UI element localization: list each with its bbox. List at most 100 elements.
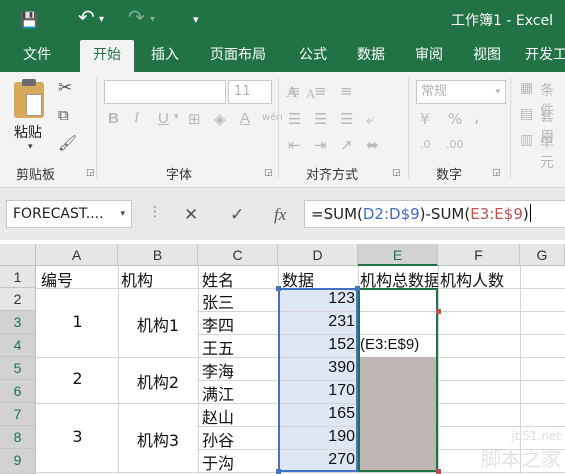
cell-c2[interactable]: 张三 — [202, 289, 234, 313]
redo-icon[interactable]: ↷ — [128, 6, 145, 28]
cell-c5[interactable]: 李海 — [202, 358, 234, 382]
cell-styles-label[interactable]: 单元 — [540, 132, 565, 172]
alignment-launcher-icon[interactable]: ◲ — [392, 168, 401, 178]
range-handle[interactable] — [436, 469, 441, 474]
worksheet-grid[interactable]: A B C D E F G 1 2 3 4 5 6 7 8 9 编号 机构 姓名… — [0, 244, 565, 474]
phonetic-icon[interactable]: wén — [262, 112, 283, 123]
borders-icon[interactable]: ⊞ — [188, 110, 201, 128]
outdent-icon[interactable]: ⇥ — [314, 136, 327, 154]
column-header-e[interactable]: E — [358, 244, 438, 266]
cut-icon[interactable]: ✂ — [58, 78, 72, 98]
decrease-decimal-icon[interactable]: .00 — [446, 138, 464, 151]
undo-icon[interactable]: ↶ — [78, 6, 95, 28]
cell-c4[interactable]: 王五 — [202, 335, 234, 359]
orientation-icon[interactable]: ↗ — [340, 136, 353, 154]
select-all-corner[interactable] — [0, 244, 36, 266]
number-launcher-icon[interactable]: ◲ — [492, 168, 501, 178]
tab-developer[interactable]: 开发工 — [522, 40, 565, 72]
bottom-align-icon[interactable]: ≡ — [340, 82, 353, 100]
cell-a-group-1[interactable]: 1 — [37, 312, 118, 331]
row-header-3[interactable]: 3 — [0, 311, 36, 334]
increase-decimal-icon[interactable]: .0 — [420, 138, 431, 151]
cell-styles-icon[interactable]: ▥ — [520, 132, 533, 148]
column-header-b[interactable]: B — [118, 244, 198, 266]
redo-dropdown-icon[interactable]: ▾ — [150, 9, 155, 31]
cell-f1[interactable]: 机构人数 — [440, 267, 504, 291]
align-left-icon[interactable]: ☰ — [288, 110, 301, 128]
paste-icon[interactable] — [14, 79, 44, 118]
tab-insert[interactable]: 插入 — [140, 40, 190, 72]
cell-c9[interactable]: 于沟 — [202, 450, 234, 474]
cell-a-group-3[interactable]: 3 — [37, 427, 118, 446]
fill-color-icon[interactable]: ◈ — [214, 110, 226, 128]
tab-data[interactable]: 数据 — [346, 40, 396, 72]
conditional-format-icon[interactable]: ▦ — [520, 80, 533, 96]
merge-icon[interactable]: ⬌ — [366, 136, 379, 154]
cancel-icon[interactable]: ✕ — [184, 205, 198, 225]
tab-view[interactable]: 视图 — [462, 40, 512, 72]
row-header-7[interactable]: 7 — [0, 403, 36, 426]
row-header-9[interactable]: 9 — [0, 449, 36, 474]
font-name-select[interactable] — [104, 80, 226, 104]
column-header-d[interactable]: D — [278, 244, 358, 266]
number-format-select[interactable]: 常规 ▾ — [416, 80, 506, 104]
column-header-f[interactable]: F — [438, 244, 520, 266]
wrap-text-icon[interactable]: ⤶ — [366, 110, 374, 128]
font-color-icon[interactable]: A — [240, 110, 250, 127]
row-header-2[interactable]: 2 — [0, 288, 36, 311]
cell-a-group-2[interactable]: 2 — [37, 369, 118, 388]
customize-qat-icon[interactable]: ▾ — [193, 9, 199, 31]
tab-formulas[interactable]: 公式 — [288, 40, 338, 72]
align-right-icon[interactable]: ☰ — [340, 110, 353, 128]
undo-dropdown-icon[interactable]: ▾ — [99, 9, 104, 31]
tab-page-layout[interactable]: 页面布局 — [198, 40, 278, 72]
cell-b1[interactable]: 机构 — [121, 267, 153, 291]
font-launcher-icon[interactable]: ◲ — [264, 168, 273, 178]
align-center-icon[interactable]: ☰ — [314, 110, 327, 128]
row-header-4[interactable]: 4 — [0, 334, 36, 357]
name-box-dropdown-icon[interactable]: ▾ — [120, 201, 125, 227]
name-box[interactable]: FORECAST.... ▾ — [6, 200, 132, 228]
column-header-g[interactable]: G — [520, 244, 565, 266]
tab-review[interactable]: 审阅 — [404, 40, 454, 72]
range-handle[interactable] — [436, 309, 441, 314]
underline-dropdown-icon[interactable]: ▾ — [174, 112, 179, 122]
cell-a1[interactable]: 编号 — [41, 267, 73, 291]
percent-icon[interactable]: % — [448, 110, 462, 128]
save-icon[interactable]: 💾 — [20, 9, 39, 31]
format-table-icon[interactable]: ▤ — [520, 106, 533, 122]
clipboard-launcher-icon[interactable]: ◲ — [86, 168, 95, 178]
copy-icon[interactable]: ⧉ — [58, 106, 69, 124]
paste-dropdown-icon[interactable]: ▾ — [28, 142, 33, 152]
enter-icon[interactable]: ✓ — [230, 205, 244, 225]
font-size-select[interactable]: 11 — [228, 80, 272, 104]
paste-label[interactable]: 粘贴 — [14, 122, 42, 142]
cell-b-group-3[interactable]: 机构3 — [118, 427, 198, 451]
currency-icon[interactable]: ¥ — [420, 110, 430, 128]
format-painter-icon[interactable]: 🖌 — [58, 134, 77, 152]
cell-c8[interactable]: 孙谷 — [202, 427, 234, 451]
middle-align-icon[interactable]: ≡ — [314, 82, 327, 100]
top-align-icon[interactable]: ≡ — [288, 82, 301, 100]
cell-c1[interactable]: 姓名 — [202, 267, 234, 291]
comma-icon[interactable]: , — [474, 106, 480, 127]
range-handle[interactable] — [276, 286, 281, 291]
tab-file[interactable]: 文件 — [10, 40, 64, 72]
row-header-6[interactable]: 6 — [0, 380, 36, 403]
cell-c3[interactable]: 李四 — [202, 312, 234, 336]
row-header-1[interactable]: 1 — [0, 266, 36, 288]
italic-button[interactable]: I — [134, 110, 139, 127]
range-handle[interactable] — [276, 469, 281, 474]
insert-function-icon[interactable]: fx — [274, 205, 286, 225]
range-handle[interactable] — [355, 286, 360, 291]
cell-c6[interactable]: 满江 — [202, 381, 234, 405]
column-header-a[interactable]: A — [36, 244, 118, 266]
tab-home[interactable]: 开始 — [80, 40, 134, 72]
cell-c7[interactable]: 赵山 — [202, 404, 234, 428]
cell-b-group-2[interactable]: 机构2 — [118, 369, 198, 393]
indent-icon[interactable]: ⇤ — [288, 136, 301, 154]
underline-button[interactable]: U — [158, 110, 169, 127]
bold-button[interactable]: B — [108, 110, 119, 127]
row-header-8[interactable]: 8 — [0, 426, 36, 449]
column-header-c[interactable]: C — [198, 244, 278, 266]
